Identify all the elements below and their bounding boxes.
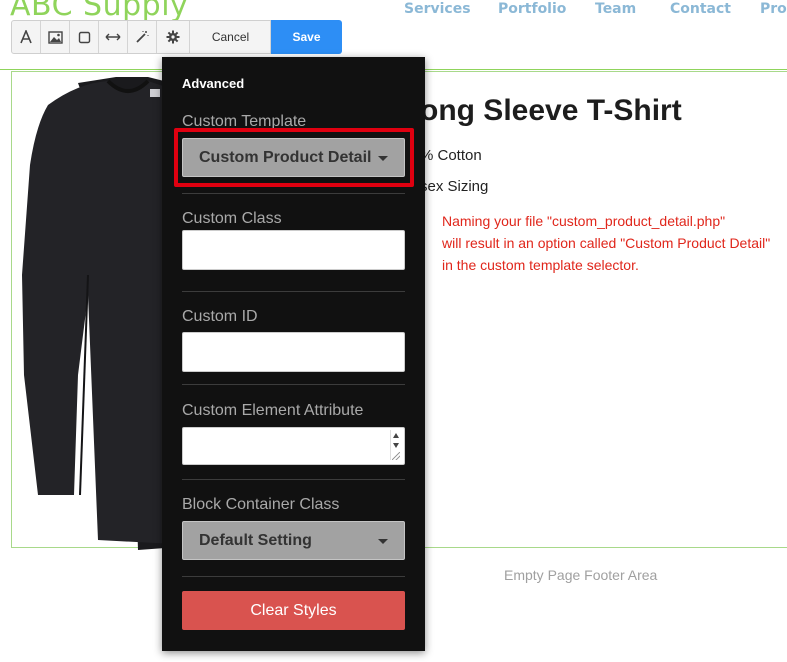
custom-template-select[interactable]: Custom Product Detail — [182, 138, 405, 177]
save-button[interactable]: Save — [271, 20, 342, 54]
divider — [182, 384, 405, 385]
nav-link-portfolio[interactable]: Portfolio — [498, 0, 566, 18]
block-container-class-select[interactable]: Default Setting — [182, 521, 405, 560]
spacing-style-button[interactable] — [99, 21, 128, 53]
nav-link-team[interactable]: Team — [595, 0, 636, 18]
custom-template-value: Custom Product Detail — [199, 149, 372, 166]
custom-class-label: Custom Class — [182, 210, 282, 227]
divider — [182, 291, 405, 292]
custom-class-input[interactable] — [182, 230, 405, 270]
advanced-settings-panel: Advanced Custom Template Custom Product … — [162, 57, 425, 651]
divider — [182, 576, 405, 577]
image-style-button[interactable] — [41, 21, 70, 53]
magic-wand-icon — [136, 31, 149, 43]
advanced-settings-button[interactable] — [157, 21, 190, 53]
custom-id-label: Custom ID — [182, 308, 258, 325]
textarea-scrollbar[interactable] — [390, 430, 402, 460]
panel-heading: Advanced — [182, 76, 245, 91]
block-toolbar: Cancel Save — [11, 20, 342, 54]
custom-id-input[interactable] — [182, 332, 405, 372]
nav-link-services[interactable]: Services — [404, 0, 471, 18]
text-icon — [20, 30, 32, 44]
clear-styles-button[interactable]: Clear Styles — [182, 591, 405, 630]
scroll-down-icon[interactable] — [393, 443, 399, 448]
custom-element-attribute-textarea[interactable] — [182, 427, 405, 465]
template-note-line: in the custom template selector. — [442, 257, 639, 273]
text-style-button[interactable] — [12, 21, 41, 53]
template-note-line: will result in an option called "Custom … — [442, 235, 771, 251]
spacing-icon — [105, 33, 121, 41]
chevron-down-icon — [378, 539, 388, 544]
custom-element-attribute-label: Custom Element Attribute — [182, 402, 364, 419]
resize-handle-icon[interactable] — [392, 452, 400, 460]
template-note-line: Naming your file "custom_product_detail.… — [442, 213, 726, 229]
nav-link-products[interactable]: Prod — [760, 0, 787, 18]
nav-link-contact[interactable]: Contact — [670, 0, 731, 18]
product-feature: % Cotton — [420, 147, 482, 164]
cancel-button[interactable]: Cancel — [191, 21, 271, 53]
effects-style-button[interactable] — [128, 21, 157, 53]
block-container-class-label: Block Container Class — [182, 496, 340, 513]
footer-area-label: Empty Page Footer Area — [504, 567, 658, 583]
product-title: ong Sleeve T-Shirt — [420, 94, 682, 127]
divider — [182, 479, 405, 480]
product-feature: sex Sizing — [420, 178, 489, 195]
divider — [182, 193, 405, 194]
gear-icon — [166, 30, 180, 44]
image-icon — [47, 30, 63, 44]
chevron-down-icon — [378, 156, 388, 161]
border-icon — [78, 31, 90, 43]
block-container-class-value: Default Setting — [199, 532, 312, 549]
border-style-button[interactable] — [70, 21, 99, 53]
scroll-up-icon[interactable] — [393, 433, 399, 438]
